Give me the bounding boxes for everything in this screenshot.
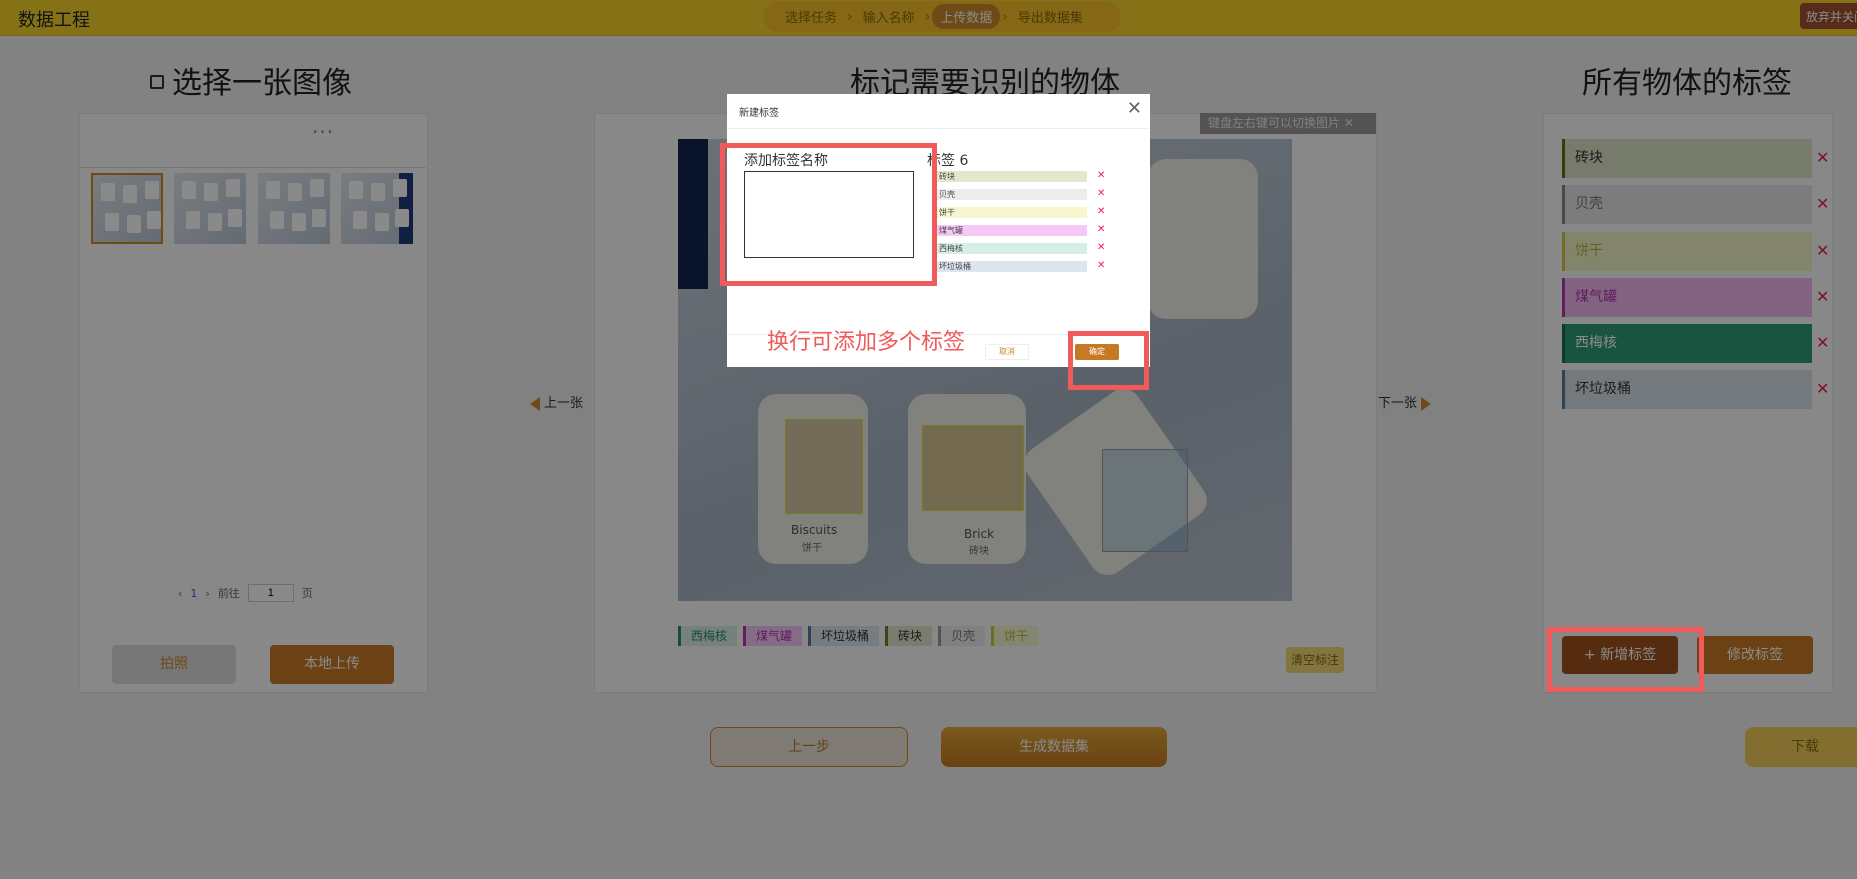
- remove-tag-icon[interactable]: ✕: [1097, 242, 1105, 253]
- highlight-box: [720, 143, 937, 286]
- remove-tag-icon[interactable]: ✕: [1097, 260, 1105, 271]
- dialog-cancel-button[interactable]: 取消: [985, 344, 1029, 360]
- remove-tag-icon[interactable]: ✕: [1097, 206, 1105, 217]
- dialog-tag: 贝壳: [937, 189, 1087, 200]
- dialog-tag: 砖块: [937, 171, 1087, 182]
- dialog-tag: 饼干: [937, 207, 1087, 218]
- remove-tag-icon[interactable]: ✕: [1097, 188, 1105, 199]
- dialog-tag: 坏垃圾桶: [937, 261, 1087, 272]
- remove-tag-icon[interactable]: ✕: [1097, 224, 1105, 235]
- remove-tag-icon[interactable]: ✕: [1097, 170, 1105, 181]
- close-icon[interactable]: ✕: [1127, 98, 1142, 119]
- annotation-text: 换行可添加多个标签: [767, 330, 966, 355]
- dialog-tag: 西梅核: [937, 243, 1087, 254]
- dialog-title: 新建标签: [739, 108, 779, 119]
- highlight-box: [1547, 627, 1704, 692]
- dialog-tag: 煤气罐: [937, 225, 1087, 236]
- highlight-box: [1068, 331, 1149, 390]
